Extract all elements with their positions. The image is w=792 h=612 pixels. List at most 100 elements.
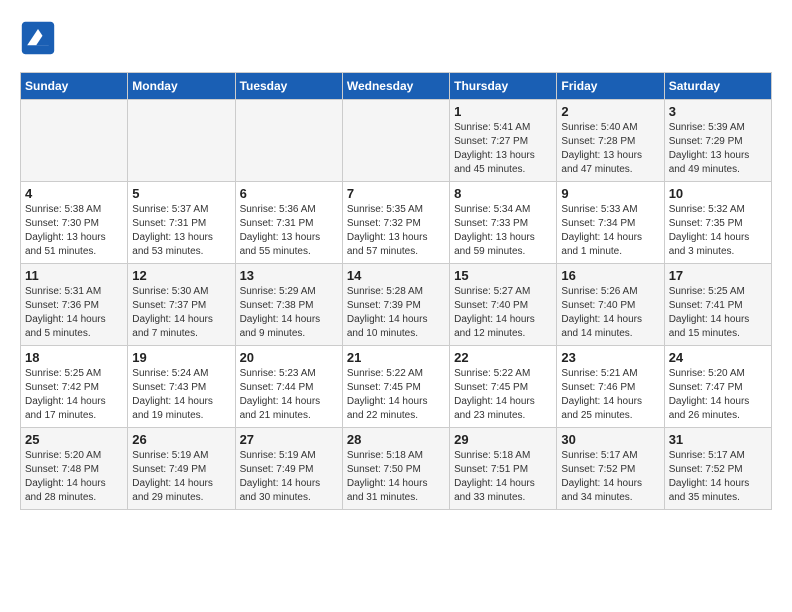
calendar-cell: 19 Sunrise: 5:24 AM Sunset: 7:43 PM Dayli… bbox=[128, 346, 235, 428]
calendar-cell: 23 Sunrise: 5:21 AM Sunset: 7:46 PM Dayli… bbox=[557, 346, 664, 428]
calendar-cell: 9Sunrise: 5:33 AM Sunset: 7:34 PM Daylig… bbox=[557, 182, 664, 264]
calendar-cell: 2 Sunrise: 5:40 AM Sunset: 7:28 PM Daylig… bbox=[557, 100, 664, 182]
day-info: Sunrise: 5:30 AM Sunset: 7:37 PM Dayligh… bbox=[132, 285, 230, 341]
calendar-cell: 27 Sunrise: 5:19 AM Sunset: 7:49 PM Dayli… bbox=[235, 428, 342, 510]
day-number: 19 bbox=[132, 350, 230, 365]
calendar-cell: 26Sunrise: 5:19 AM Sunset: 7:49 PM Dayli… bbox=[128, 428, 235, 510]
day-info: Sunrise: 5:24 AM Sunset: 7:43 PM Dayligh… bbox=[132, 367, 230, 423]
logo bbox=[20, 20, 60, 56]
day-info: Sunrise: 5:33 AM Sunset: 7:34 PM Dayligh… bbox=[561, 203, 659, 259]
day-number: 2 bbox=[561, 104, 659, 119]
calendar-cell: 7 Sunrise: 5:35 AM Sunset: 7:32 PM Daylig… bbox=[342, 182, 449, 264]
day-number: 6 bbox=[240, 186, 338, 201]
day-number: 25 bbox=[25, 432, 123, 447]
day-number: 18 bbox=[25, 350, 123, 365]
calendar-cell bbox=[128, 100, 235, 182]
calendar-cell: 22 Sunrise: 5:22 AM Sunset: 7:45 PM Dayli… bbox=[450, 346, 557, 428]
day-number: 20 bbox=[240, 350, 338, 365]
calendar-cell: 1 Sunrise: 5:41 AM Sunset: 7:27 PM Daylig… bbox=[450, 100, 557, 182]
calendar-cell: 3 Sunrise: 5:39 AM Sunset: 7:29 PM Daylig… bbox=[664, 100, 771, 182]
day-info: Sunrise: 5:38 AM Sunset: 7:30 PM Dayligh… bbox=[25, 203, 123, 259]
calendar-header-row: SundayMondayTuesdayWednesdayThursdayFrid… bbox=[21, 73, 772, 100]
page-header bbox=[20, 20, 772, 56]
day-info: Sunrise: 5:29 AM Sunset: 7:38 PM Dayligh… bbox=[240, 285, 338, 341]
day-number: 8 bbox=[454, 186, 552, 201]
day-number: 11 bbox=[25, 268, 123, 283]
weekday-header: Friday bbox=[557, 73, 664, 100]
day-number: 21 bbox=[347, 350, 445, 365]
day-info: Sunrise: 5:18 AM Sunset: 7:50 PM Dayligh… bbox=[347, 449, 445, 505]
day-info: Sunrise: 5:18 AM Sunset: 7:51 PM Dayligh… bbox=[454, 449, 552, 505]
day-number: 12 bbox=[132, 268, 230, 283]
calendar-cell: 13 Sunrise: 5:29 AM Sunset: 7:38 PM Dayli… bbox=[235, 264, 342, 346]
day-number: 15 bbox=[454, 268, 552, 283]
calendar-cell: 30 Sunrise: 5:17 AM Sunset: 7:52 PM Dayli… bbox=[557, 428, 664, 510]
day-number: 10 bbox=[669, 186, 767, 201]
day-info: Sunrise: 5:40 AM Sunset: 7:28 PM Dayligh… bbox=[561, 121, 659, 177]
day-number: 26 bbox=[132, 432, 230, 447]
calendar-table: SundayMondayTuesdayWednesdayThursdayFrid… bbox=[20, 72, 772, 510]
day-info: Sunrise: 5:22 AM Sunset: 7:45 PM Dayligh… bbox=[347, 367, 445, 423]
calendar-cell: 5Sunrise: 5:37 AM Sunset: 7:31 PM Daylig… bbox=[128, 182, 235, 264]
day-number: 27 bbox=[240, 432, 338, 447]
day-info: Sunrise: 5:21 AM Sunset: 7:46 PM Dayligh… bbox=[561, 367, 659, 423]
day-info: Sunrise: 5:17 AM Sunset: 7:52 PM Dayligh… bbox=[669, 449, 767, 505]
calendar-cell: 28 Sunrise: 5:18 AM Sunset: 7:50 PM Dayli… bbox=[342, 428, 449, 510]
calendar-cell: 31 Sunrise: 5:17 AM Sunset: 7:52 PM Dayli… bbox=[664, 428, 771, 510]
day-number: 23 bbox=[561, 350, 659, 365]
weekday-header: Tuesday bbox=[235, 73, 342, 100]
calendar-cell: 21 Sunrise: 5:22 AM Sunset: 7:45 PM Dayli… bbox=[342, 346, 449, 428]
day-number: 1 bbox=[454, 104, 552, 119]
calendar-cell: 12 Sunrise: 5:30 AM Sunset: 7:37 PM Dayli… bbox=[128, 264, 235, 346]
calendar-cell: 4 Sunrise: 5:38 AM Sunset: 7:30 PM Daylig… bbox=[21, 182, 128, 264]
logo-icon bbox=[20, 20, 56, 56]
day-info: Sunrise: 5:34 AM Sunset: 7:33 PM Dayligh… bbox=[454, 203, 552, 259]
calendar-cell: 8 Sunrise: 5:34 AM Sunset: 7:33 PM Daylig… bbox=[450, 182, 557, 264]
day-info: Sunrise: 5:36 AM Sunset: 7:31 PM Dayligh… bbox=[240, 203, 338, 259]
day-info: Sunrise: 5:31 AM Sunset: 7:36 PM Dayligh… bbox=[25, 285, 123, 341]
day-number: 7 bbox=[347, 186, 445, 201]
calendar-week-row: 1 Sunrise: 5:41 AM Sunset: 7:27 PM Daylig… bbox=[21, 100, 772, 182]
day-number: 22 bbox=[454, 350, 552, 365]
day-info: Sunrise: 5:20 AM Sunset: 7:47 PM Dayligh… bbox=[669, 367, 767, 423]
day-info: Sunrise: 5:28 AM Sunset: 7:39 PM Dayligh… bbox=[347, 285, 445, 341]
day-number: 28 bbox=[347, 432, 445, 447]
day-number: 31 bbox=[669, 432, 767, 447]
day-info: Sunrise: 5:25 AM Sunset: 7:41 PM Dayligh… bbox=[669, 285, 767, 341]
calendar-cell: 18Sunrise: 5:25 AM Sunset: 7:42 PM Dayli… bbox=[21, 346, 128, 428]
day-number: 3 bbox=[669, 104, 767, 119]
calendar-cell: 14Sunrise: 5:28 AM Sunset: 7:39 PM Dayli… bbox=[342, 264, 449, 346]
calendar-cell bbox=[235, 100, 342, 182]
day-info: Sunrise: 5:22 AM Sunset: 7:45 PM Dayligh… bbox=[454, 367, 552, 423]
day-number: 24 bbox=[669, 350, 767, 365]
weekday-header: Monday bbox=[128, 73, 235, 100]
calendar-week-row: 18Sunrise: 5:25 AM Sunset: 7:42 PM Dayli… bbox=[21, 346, 772, 428]
day-info: Sunrise: 5:32 AM Sunset: 7:35 PM Dayligh… bbox=[669, 203, 767, 259]
day-number: 30 bbox=[561, 432, 659, 447]
day-info: Sunrise: 5:23 AM Sunset: 7:44 PM Dayligh… bbox=[240, 367, 338, 423]
calendar-cell: 20 Sunrise: 5:23 AM Sunset: 7:44 PM Dayli… bbox=[235, 346, 342, 428]
day-number: 29 bbox=[454, 432, 552, 447]
day-number: 16 bbox=[561, 268, 659, 283]
calendar-cell bbox=[21, 100, 128, 182]
day-info: Sunrise: 5:19 AM Sunset: 7:49 PM Dayligh… bbox=[240, 449, 338, 505]
day-info: Sunrise: 5:35 AM Sunset: 7:32 PM Dayligh… bbox=[347, 203, 445, 259]
day-number: 13 bbox=[240, 268, 338, 283]
calendar-cell: 25Sunrise: 5:20 AM Sunset: 7:48 PM Dayli… bbox=[21, 428, 128, 510]
day-number: 17 bbox=[669, 268, 767, 283]
calendar-cell: 6 Sunrise: 5:36 AM Sunset: 7:31 PM Daylig… bbox=[235, 182, 342, 264]
calendar-week-row: 11 Sunrise: 5:31 AM Sunset: 7:36 PM Dayli… bbox=[21, 264, 772, 346]
calendar-cell: 24 Sunrise: 5:20 AM Sunset: 7:47 PM Dayli… bbox=[664, 346, 771, 428]
calendar-cell: 15 Sunrise: 5:27 AM Sunset: 7:40 PM Dayli… bbox=[450, 264, 557, 346]
day-info: Sunrise: 5:37 AM Sunset: 7:31 PM Dayligh… bbox=[132, 203, 230, 259]
day-info: Sunrise: 5:39 AM Sunset: 7:29 PM Dayligh… bbox=[669, 121, 767, 177]
weekday-header: Sunday bbox=[21, 73, 128, 100]
day-info: Sunrise: 5:27 AM Sunset: 7:40 PM Dayligh… bbox=[454, 285, 552, 341]
calendar-week-row: 4 Sunrise: 5:38 AM Sunset: 7:30 PM Daylig… bbox=[21, 182, 772, 264]
day-info: Sunrise: 5:26 AM Sunset: 7:40 PM Dayligh… bbox=[561, 285, 659, 341]
weekday-header: Saturday bbox=[664, 73, 771, 100]
day-info: Sunrise: 5:17 AM Sunset: 7:52 PM Dayligh… bbox=[561, 449, 659, 505]
day-info: Sunrise: 5:41 AM Sunset: 7:27 PM Dayligh… bbox=[454, 121, 552, 177]
calendar-cell: 11 Sunrise: 5:31 AM Sunset: 7:36 PM Dayli… bbox=[21, 264, 128, 346]
day-number: 4 bbox=[25, 186, 123, 201]
